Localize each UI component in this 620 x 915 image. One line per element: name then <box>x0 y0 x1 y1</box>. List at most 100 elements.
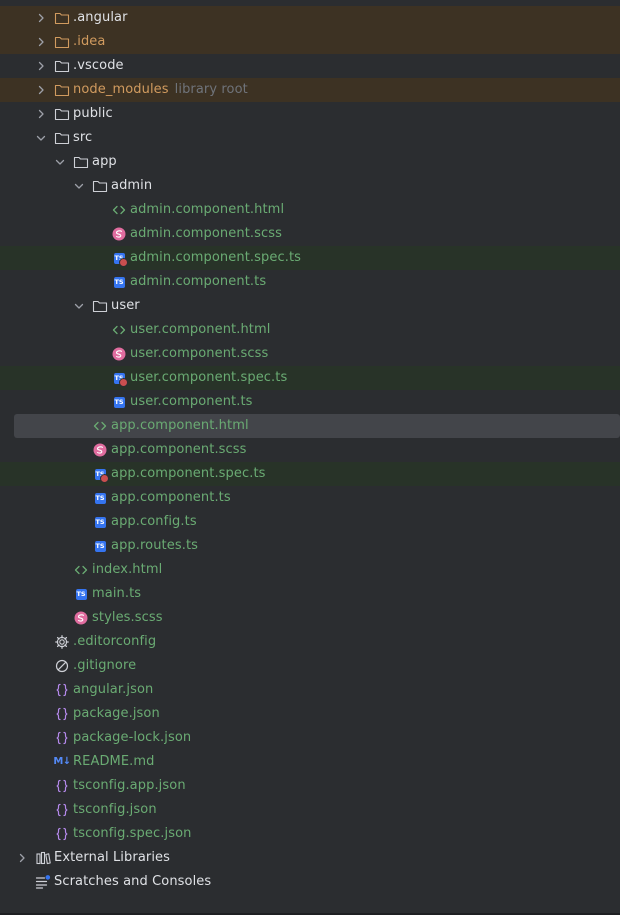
ts-file-icon: TS <box>92 490 108 506</box>
tree-item-admin-ts[interactable]: TS admin.component.ts <box>0 270 620 294</box>
chevron-right-icon[interactable] <box>35 78 47 102</box>
tree-item-label: user.component.html <box>130 322 271 337</box>
chevron-down-icon[interactable] <box>73 294 85 318</box>
tree-item-user-spec[interactable]: TS user.component.spec.ts <box>0 366 620 390</box>
ts-badge-text: TS <box>75 588 87 600</box>
tree-item-app-routes[interactable]: TS app.routes.ts <box>0 534 620 558</box>
tree-item-label: admin.component.ts <box>130 274 267 289</box>
library-icon <box>35 850 51 866</box>
ts-spec-file-icon: TS <box>92 466 109 483</box>
tree-item-tsconfig-spec[interactable]: tsconfig.spec.json <box>0 822 620 846</box>
ts-spec-file-icon: TS <box>111 370 128 387</box>
tree-item-scratches[interactable]: Scratches and Consoles <box>0 870 620 894</box>
tree-item-admin-spec[interactable]: TS admin.component.spec.ts <box>0 246 620 270</box>
tree-item-label: app.component.ts <box>111 490 231 505</box>
tree-item-node-modules[interactable]: node_modules library root <box>0 78 620 102</box>
tree-item-app-config[interactable]: TS app.config.ts <box>0 510 620 534</box>
tree-item-readme[interactable]: M↓ README.md <box>0 750 620 774</box>
chevron-right-icon[interactable] <box>35 6 47 30</box>
tree-item-app-spec[interactable]: TS app.component.spec.ts <box>0 462 620 486</box>
tree-item-user[interactable]: user <box>0 294 620 318</box>
html-file-icon <box>111 322 127 338</box>
tree-item-src[interactable]: src <box>0 126 620 150</box>
tree-item-label: user.component.scss <box>130 346 269 361</box>
tree-item-user-ts[interactable]: TS user.component.ts <box>0 390 620 414</box>
tree-item-label: package-lock.json <box>73 730 192 745</box>
tree-item-index-html[interactable]: index.html <box>0 558 620 582</box>
gear-icon <box>54 634 70 650</box>
tree-item-styles-scss[interactable]: styles.scss <box>0 606 620 630</box>
tree-item-user-scss[interactable]: user.component.scss <box>0 342 620 366</box>
tree-item-label: user.component.spec.ts <box>130 370 288 385</box>
chevron-down-icon[interactable] <box>54 150 66 174</box>
tree-item-label: styles.scss <box>92 610 163 625</box>
tree-item-label: .gitignore <box>73 658 137 673</box>
md-badge-text: M↓ <box>53 756 71 767</box>
tree-item-label: main.ts <box>92 586 142 601</box>
scss-file-icon <box>111 226 127 242</box>
tree-item-label: admin.component.html <box>130 202 285 217</box>
chevron-right-icon[interactable] <box>35 30 47 54</box>
tree-item-vscode[interactable]: .vscode <box>0 54 620 78</box>
chevron-right-icon[interactable] <box>35 54 47 78</box>
tree-item-tsconfig[interactable]: tsconfig.json <box>0 798 620 822</box>
ts-badge-text: TS <box>113 396 125 408</box>
folder-icon <box>73 154 89 170</box>
html-file-icon <box>111 202 127 218</box>
tree-item-app-html[interactable]: app.component.html <box>14 414 620 438</box>
tree-item-label: package.json <box>73 706 160 721</box>
tree-item-app-scss[interactable]: app.component.scss <box>0 438 620 462</box>
tree-item-user-html[interactable]: user.component.html <box>0 318 620 342</box>
json-file-icon <box>54 778 70 794</box>
chevron-right-icon[interactable] <box>35 102 47 126</box>
tree-item-admin-html[interactable]: admin.component.html <box>0 198 620 222</box>
tree-item-label: user.component.ts <box>130 394 253 409</box>
tree-item-label: External Libraries <box>54 850 171 865</box>
tree-item-label: tsconfig.app.json <box>73 778 186 793</box>
tree-item-admin-scss[interactable]: admin.component.scss <box>0 222 620 246</box>
ignore-file-icon <box>54 658 70 674</box>
project-tree: .angular .idea .vscode node_modules libra… <box>0 6 620 894</box>
tree-item-package-lock[interactable]: package-lock.json <box>0 726 620 750</box>
html-file-icon <box>73 562 89 578</box>
folder-icon <box>54 58 70 74</box>
tree-item-label: angular.json <box>73 682 154 697</box>
chevron-down-icon[interactable] <box>73 174 85 198</box>
scratches-icon <box>35 874 51 890</box>
tree-item-label: admin <box>111 178 153 193</box>
tree-item-label: .angular <box>73 10 128 25</box>
tree-item-label: app.routes.ts <box>111 538 199 553</box>
tree-item-label-group: node_modules library root <box>73 78 248 102</box>
tree-item-public[interactable]: public <box>0 102 620 126</box>
tree-item-app-ts[interactable]: TS app.component.ts <box>0 486 620 510</box>
ts-file-icon: TS <box>111 394 127 410</box>
folder-icon <box>54 130 70 146</box>
chevron-right-icon[interactable] <box>16 846 28 870</box>
tree-item-label: user <box>111 298 140 313</box>
tree-item-idea[interactable]: .idea <box>0 30 620 54</box>
scss-file-icon <box>73 610 89 626</box>
tree-item-label: admin.component.spec.ts <box>130 250 302 265</box>
json-file-icon <box>54 802 70 818</box>
tree-item-main-ts[interactable]: TS main.ts <box>0 582 620 606</box>
tree-item-app[interactable]: app <box>0 150 620 174</box>
tree-item-external-libraries[interactable]: External Libraries <box>0 846 620 870</box>
tree-item-admin[interactable]: admin <box>0 174 620 198</box>
tree-item-angular[interactable]: .angular <box>0 6 620 30</box>
tree-item-angular-json[interactable]: angular.json <box>0 678 620 702</box>
json-file-icon <box>54 826 70 842</box>
tree-item-label: app.component.spec.ts <box>111 466 266 481</box>
tree-item-gitignore[interactable]: .gitignore <box>0 654 620 678</box>
chevron-down-icon[interactable] <box>35 126 47 150</box>
tree-item-label: Scratches and Consoles <box>54 874 212 889</box>
tree-item-label: app.config.ts <box>111 514 197 529</box>
tree-item-package-json[interactable]: package.json <box>0 702 620 726</box>
tree-item-label: tsconfig.json <box>73 802 157 817</box>
tree-item-editorconfig[interactable]: .editorconfig <box>0 630 620 654</box>
json-file-icon <box>54 706 70 722</box>
tree-item-label: app.component.scss <box>111 442 247 457</box>
folder-icon <box>92 178 108 194</box>
markdown-file-icon: M↓ <box>53 754 71 770</box>
library-root-hint: library root <box>174 82 248 97</box>
tree-item-tsconfig-app[interactable]: tsconfig.app.json <box>0 774 620 798</box>
